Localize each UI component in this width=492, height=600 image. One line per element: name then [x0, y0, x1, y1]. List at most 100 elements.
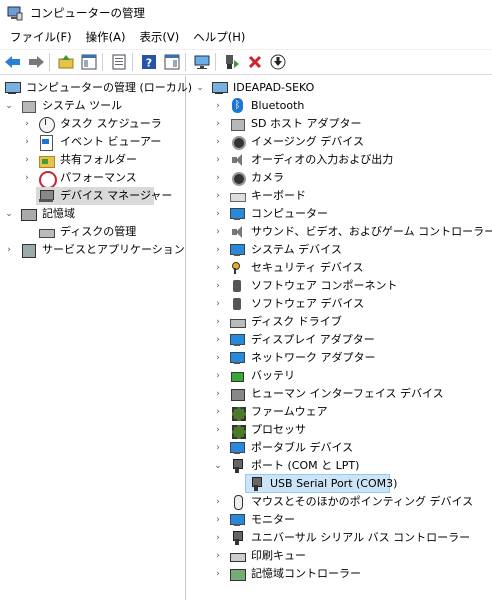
menu-view[interactable]: 表示(V): [132, 29, 186, 45]
toolbar-separator: [215, 53, 216, 71]
menu-action[interactable]: 操作(A): [79, 29, 133, 45]
device-category[interactable]: › ディスプレイ アダプター: [213, 331, 377, 349]
device-category[interactable]: › ファームウェア: [213, 403, 330, 421]
device-category[interactable]: › ヒューマン インターフェイス デバイス: [213, 385, 446, 403]
device-category[interactable]: › サウンド、ビデオ、およびゲーム コントローラー: [213, 223, 492, 241]
chevron-right-icon[interactable]: ›: [213, 407, 223, 417]
device-tree-root[interactable]: ⌄ IDEAPAD-SEKO: [195, 79, 316, 97]
device-category[interactable]: › オーディオの入力および出力: [213, 151, 395, 169]
chevron-right-icon[interactable]: ›: [213, 389, 223, 399]
device-category[interactable]: › システム デバイス: [213, 241, 344, 259]
uninstall-icon[interactable]: [245, 52, 265, 72]
tree-item-event-viewer[interactable]: › イベント ビューアー: [22, 133, 163, 151]
chevron-right-icon[interactable]: ›: [213, 317, 223, 327]
update-driver-icon[interactable]: [222, 52, 242, 72]
device-category[interactable]: › ソフトウェア デバイス: [213, 295, 366, 313]
tree-item-performance[interactable]: › パフォーマンス: [22, 169, 139, 189]
chevron-right-icon[interactable]: ›: [213, 263, 223, 273]
tree-item-disk-management[interactable]: ディスクの管理: [36, 223, 138, 241]
chevron-down-icon[interactable]: ⌄: [213, 461, 223, 471]
device-category-label: プロセッサ: [251, 423, 306, 436]
chevron-down-icon[interactable]: ⌄: [4, 101, 14, 111]
tree-item-shared-folders[interactable]: › 共有フォルダー: [22, 151, 139, 169]
device-category[interactable]: › イメージング デバイス: [213, 133, 366, 151]
toolbar-separator: [185, 53, 186, 71]
device-category[interactable]: › 印刷キュー: [213, 547, 308, 565]
chevron-right-icon[interactable]: ›: [22, 173, 32, 183]
device-category-ports[interactable]: ⌄ ポート (COM と LPT): [213, 457, 361, 475]
chevron-right-icon[interactable]: ›: [213, 371, 223, 381]
chevron-right-icon[interactable]: ›: [213, 335, 223, 345]
help-icon[interactable]: ?: [139, 52, 159, 72]
forward-arrow-icon[interactable]: [26, 52, 46, 72]
chevron-down-icon[interactable]: ⌄: [195, 83, 205, 93]
chevron-right-icon[interactable]: ›: [213, 551, 223, 561]
chevron-right-icon[interactable]: ›: [213, 533, 223, 543]
chevron-right-icon[interactable]: ›: [213, 245, 223, 255]
chevron-right-icon[interactable]: ›: [213, 173, 223, 183]
back-arrow-icon[interactable]: [3, 52, 23, 72]
chevron-right-icon[interactable]: ›: [4, 245, 14, 255]
device-category[interactable]: › SD ホスト アダプター: [213, 115, 363, 133]
chevron-right-icon[interactable]: ›: [213, 191, 223, 201]
tree-item-root[interactable]: コンピューターの管理 (ローカル): [2, 79, 194, 97]
menu-file[interactable]: ファイル(F): [3, 29, 79, 45]
chevron-down-icon[interactable]: ⌄: [4, 209, 14, 219]
device-category[interactable]: › ポータブル デバイス: [213, 439, 355, 457]
properties-icon[interactable]: [109, 52, 129, 72]
tree-item-label: タスク スケジューラ: [60, 117, 162, 130]
chevron-right-icon[interactable]: ›: [213, 137, 223, 147]
device-category[interactable]: › モニター: [213, 511, 297, 529]
chevron-right-icon[interactable]: ›: [213, 425, 223, 435]
chevron-right-icon[interactable]: ›: [22, 155, 32, 165]
chevron-right-icon[interactable]: ›: [213, 497, 223, 507]
device-category[interactable]: › カメラ: [213, 169, 286, 187]
chevron-right-icon[interactable]: ›: [22, 137, 32, 147]
device-category-label: 印刷キュー: [251, 549, 306, 562]
device-item-usb-serial-port[interactable]: USB Serial Port (COM3): [245, 474, 397, 493]
device-category[interactable]: › マウスとそのほかのポインティング デバイス: [213, 493, 475, 511]
device-item-label: USB Serial Port (COM3): [270, 476, 398, 490]
toolbar-separator: [132, 53, 133, 71]
download-icon[interactable]: [268, 52, 288, 72]
up-folder-icon[interactable]: [56, 52, 76, 72]
chevron-right-icon[interactable]: ›: [213, 227, 223, 237]
show-hide-tree-icon[interactable]: [79, 52, 99, 72]
chevron-right-icon[interactable]: ›: [213, 515, 223, 525]
show-action-pane-icon[interactable]: [162, 52, 182, 72]
chevron-right-icon[interactable]: ›: [213, 281, 223, 291]
chevron-right-icon[interactable]: ›: [213, 299, 223, 309]
computer-icon: [229, 206, 245, 222]
chevron-right-icon[interactable]: ›: [213, 443, 223, 453]
device-category[interactable]: › キーボード: [213, 187, 308, 205]
tree-item-storage[interactable]: ⌄ 記憶域: [4, 205, 77, 223]
chevron-right-icon[interactable]: ›: [22, 119, 32, 129]
monitor-icon[interactable]: [192, 52, 212, 72]
tree-item-services-apps[interactable]: › サービスとアプリケーション: [4, 241, 187, 259]
device-category[interactable]: › ネットワーク アダプター: [213, 349, 378, 367]
device-category-label: イメージング デバイス: [251, 135, 364, 148]
device-category[interactable]: › Bluetooth: [213, 97, 306, 115]
chevron-right-icon[interactable]: ›: [213, 101, 223, 111]
device-category-label: バッテリ: [251, 369, 295, 382]
device-category[interactable]: › プロセッサ: [213, 421, 308, 439]
chevron-right-icon[interactable]: ›: [213, 119, 223, 129]
device-category[interactable]: › ユニバーサル シリアル バス コントローラー: [213, 529, 472, 547]
menu-help[interactable]: ヘルプ(H): [186, 29, 252, 45]
chevron-right-icon[interactable]: ›: [213, 569, 223, 579]
chevron-right-icon[interactable]: ›: [213, 155, 223, 165]
camera-icon: [229, 170, 246, 186]
chevron-right-icon[interactable]: ›: [213, 209, 223, 219]
chevron-right-icon[interactable]: ›: [213, 353, 223, 363]
tree-item-system-tools[interactable]: ⌄ システム ツール: [4, 97, 124, 115]
tree-item-device-manager[interactable]: デバイス マネージャー: [36, 187, 172, 205]
device-category[interactable]: › ディスク ドライブ: [213, 313, 344, 331]
window-title: コンピューターの管理: [30, 6, 145, 20]
device-category[interactable]: › ソフトウェア コンポーネント: [213, 277, 400, 295]
device-category[interactable]: › コンピューター: [213, 205, 330, 223]
device-category[interactable]: › 記憶域コントローラー: [213, 565, 363, 583]
device-category[interactable]: › バッテリ: [213, 367, 297, 385]
device-category-label: ヒューマン インターフェイス デバイス: [251, 387, 444, 400]
device-category[interactable]: › セキュリティ デバイス: [213, 259, 366, 277]
tree-item-task-scheduler[interactable]: › タスク スケジューラ: [22, 115, 164, 133]
